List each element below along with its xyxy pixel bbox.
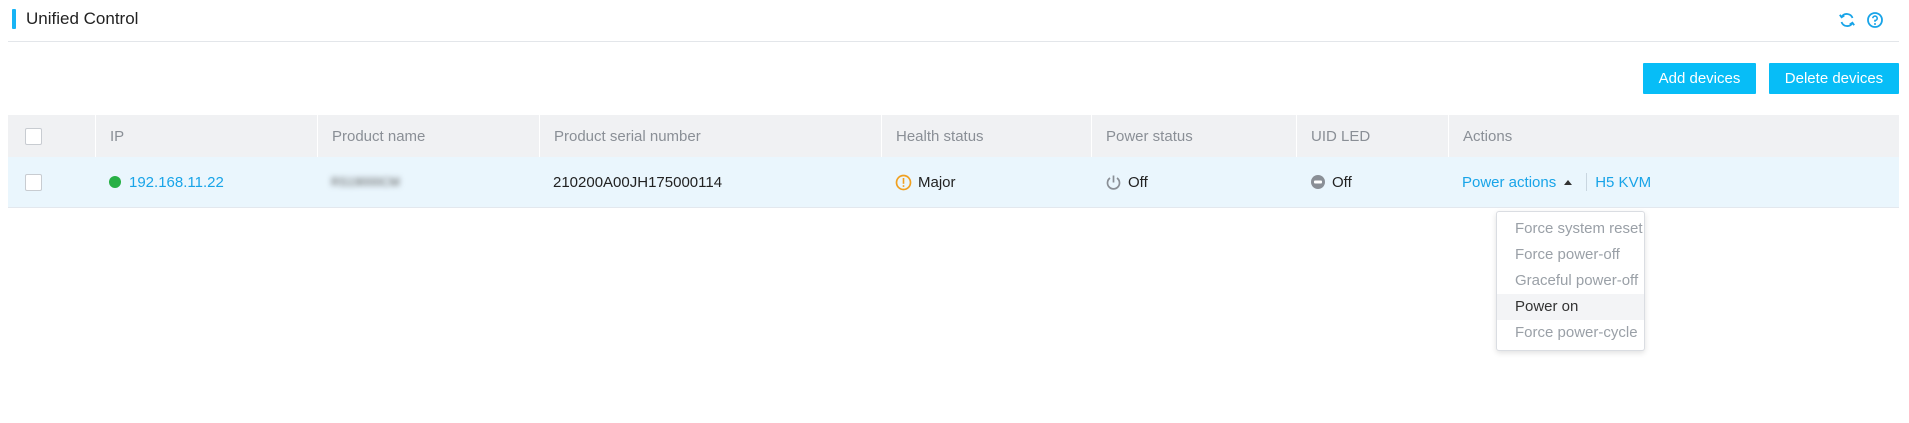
actions-separator xyxy=(1586,173,1588,191)
header-divider xyxy=(8,41,1899,42)
menu-item-force-system-reset[interactable]: Force system reset xyxy=(1497,216,1644,242)
serial-number-value: 210200A00JH175000114 xyxy=(553,173,723,191)
health-status-value: Major xyxy=(918,173,956,191)
select-all-cell xyxy=(25,115,95,157)
uid-led-cell: Off xyxy=(1296,157,1448,207)
column-header-actions: Actions xyxy=(1448,115,1899,157)
add-devices-button[interactable]: Add devices xyxy=(1643,63,1756,94)
menu-item-graceful-power-off[interactable]: Graceful power-off xyxy=(1497,268,1644,294)
ip-link[interactable]: 192.168.11.22 xyxy=(129,174,224,191)
column-header-uid-led[interactable]: UID LED xyxy=(1296,115,1448,157)
column-header-product-name[interactable]: Product name xyxy=(317,115,539,157)
refresh-icon[interactable] xyxy=(1838,11,1856,29)
online-status-dot xyxy=(109,176,121,188)
table-row: 192.168.11.22 RS19000CM 210200A00JH17500… xyxy=(8,157,1899,208)
page-title: Unified Control xyxy=(26,9,139,28)
column-header-ip[interactable]: IP xyxy=(95,115,317,157)
column-header-power-status[interactable]: Power status xyxy=(1091,115,1296,157)
menu-item-power-on[interactable]: Power on xyxy=(1497,294,1644,320)
row-checkbox[interactable] xyxy=(25,173,42,191)
device-table: IP Product name Product serial number He… xyxy=(8,115,1899,208)
warning-icon xyxy=(895,174,912,191)
ip-cell: 192.168.11.22 xyxy=(95,157,317,207)
power-actions-dropdown[interactable]: Power actions xyxy=(1462,174,1556,191)
uid-led-value: Off xyxy=(1332,173,1352,191)
help-icon[interactable] xyxy=(1866,11,1884,29)
power-status-cell: Off xyxy=(1091,157,1296,207)
power-actions-menu: Force system reset Force power-off Grace… xyxy=(1496,211,1645,351)
delete-devices-button[interactable]: Delete devices xyxy=(1769,63,1899,94)
menu-item-force-power-off[interactable]: Force power-off xyxy=(1497,242,1644,268)
column-header-serial-number[interactable]: Product serial number xyxy=(539,115,881,157)
actions-cell: Power actions H5 KVM xyxy=(1448,157,1899,207)
power-status-value: Off xyxy=(1128,173,1148,191)
page-header: Unified Control xyxy=(0,0,1909,42)
caret-up-icon[interactable] xyxy=(1564,179,1573,185)
power-icon xyxy=(1105,174,1122,191)
row-select-cell xyxy=(25,157,95,207)
health-status-cell: Major xyxy=(881,157,1091,207)
uid-led-icon xyxy=(1310,174,1326,190)
menu-item-force-power-cycle[interactable]: Force power-cycle xyxy=(1497,320,1644,346)
select-all-checkbox[interactable] xyxy=(25,127,42,145)
product-name-cell: RS19000CM xyxy=(317,157,539,207)
table-header: IP Product name Product serial number He… xyxy=(8,115,1899,157)
product-name-value: RS19000CM xyxy=(331,175,400,189)
title-accent-bar xyxy=(12,9,16,29)
column-header-health-status[interactable]: Health status xyxy=(881,115,1091,157)
serial-number-cell: 210200A00JH175000114 xyxy=(539,157,881,207)
h5-kvm-link[interactable]: H5 KVM xyxy=(1595,174,1651,191)
